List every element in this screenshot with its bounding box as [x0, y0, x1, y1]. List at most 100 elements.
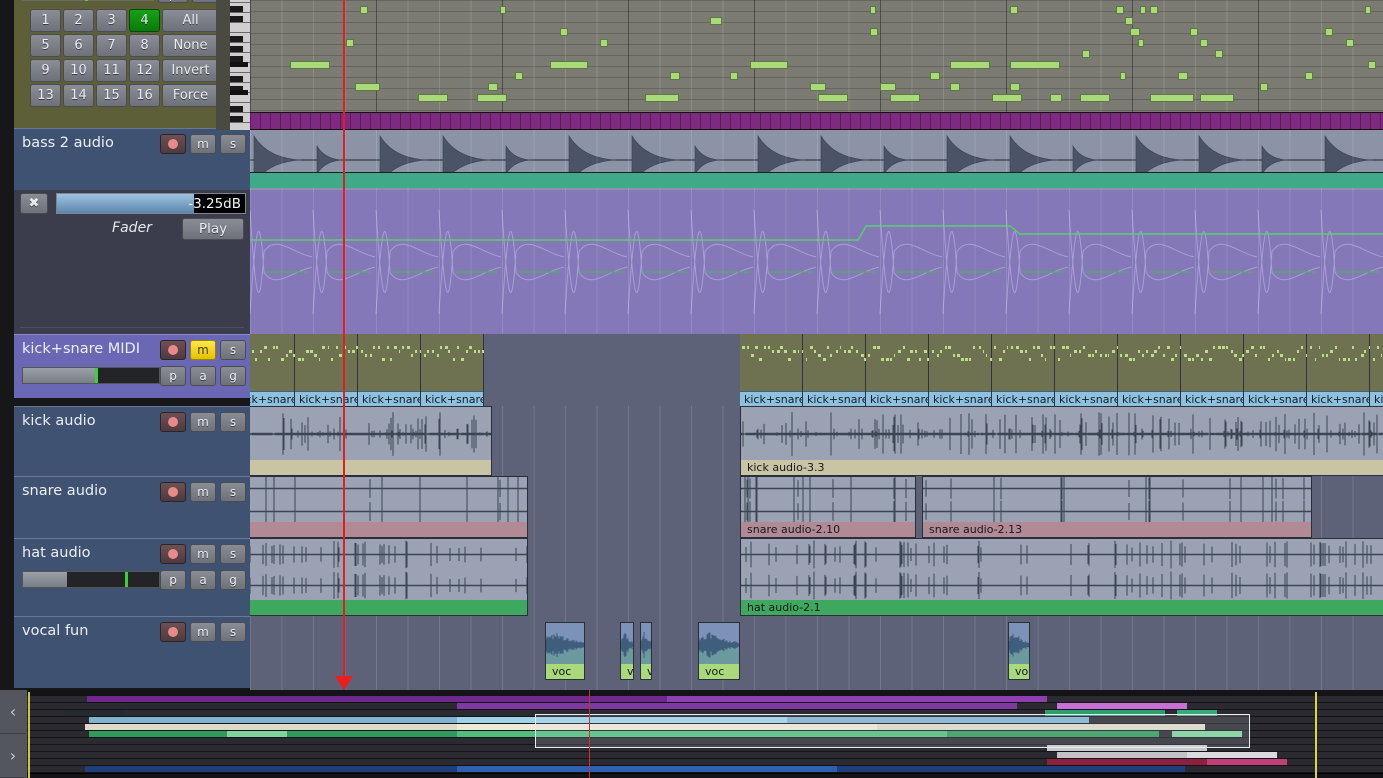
mute-button[interactable]: m: [190, 340, 216, 360]
midi-clip[interactable]: kick+snare: [358, 334, 421, 406]
track-gain-slider[interactable]: [22, 571, 160, 588]
channel-button-2[interactable]: 2: [63, 9, 94, 32]
mute-button[interactable]: m: [190, 412, 216, 432]
mute-button[interactable]: m: [190, 622, 216, 642]
midi-clip[interactable]: kick+snare: [1244, 334, 1307, 406]
track-header-hat-audio[interactable]: hat audio m s p a g: [14, 538, 250, 616]
midi-note[interactable]: [1150, 6, 1158, 14]
overview-next-button[interactable]: ›: [0, 734, 26, 778]
playlist-button[interactable]: p: [160, 366, 186, 386]
midi-note[interactable]: [1120, 72, 1126, 80]
solo-button[interactable]: s: [220, 412, 246, 432]
channel-button-3[interactable]: 3: [96, 9, 127, 32]
track-header-kick-audio[interactable]: kick audio m s: [14, 406, 250, 476]
midi-clip[interactable]: kick+snare: [295, 334, 358, 406]
midi-clip[interactable]: kick+snare: [250, 334, 295, 406]
midi-note[interactable]: [515, 72, 523, 80]
piano-keyboard-strip[interactable]: [230, 0, 250, 130]
midi-note[interactable]: [1080, 94, 1110, 102]
solo-button[interactable]: s: [220, 544, 246, 564]
track-header-snare-audio[interactable]: snare audio m s: [14, 476, 250, 538]
channel-force-button[interactable]: Force: [162, 84, 219, 107]
midi-note[interactable]: [1178, 72, 1188, 80]
channel-button-6[interactable]: 6: [63, 34, 94, 57]
midi-note[interactable]: [950, 61, 990, 69]
midi-note[interactable]: [1305, 72, 1313, 80]
midi-note[interactable]: [1050, 94, 1062, 102]
vocal-clip[interactable]: voc: [545, 622, 585, 680]
midi-note[interactable]: [1130, 28, 1140, 36]
bass-region-footer[interactable]: [250, 172, 1383, 188]
panel-p-button[interactable]: p: [158, 0, 188, 3]
automation-button[interactable]: a: [190, 570, 216, 590]
overview-end-marker[interactable]: [1315, 692, 1317, 778]
midi-note[interactable]: [870, 28, 878, 36]
midi-note[interactable]: [1260, 83, 1268, 91]
overview-start-marker[interactable]: [28, 692, 30, 778]
vocal-clip[interactable]: voc: [1008, 622, 1030, 680]
midi-note[interactable]: [1325, 28, 1333, 36]
overview-region-bar[interactable]: [667, 696, 1047, 702]
audio-clip[interactable]: kick audio-3.3: [740, 406, 1383, 476]
overview-region-bar[interactable]: [457, 766, 837, 772]
automation-button[interactable]: a: [190, 366, 216, 386]
record-arm-button[interactable]: [160, 622, 186, 642]
midi-note[interactable]: [930, 72, 940, 80]
channel-button-15[interactable]: 15: [96, 84, 127, 107]
midi-note[interactable]: [1140, 6, 1146, 14]
mute-button[interactable]: m: [190, 482, 216, 502]
midi-note[interactable]: [1368, 61, 1376, 69]
midi-note[interactable]: [488, 83, 498, 91]
playhead-marker-icon[interactable]: [335, 676, 353, 690]
overview-playhead[interactable]: [589, 690, 590, 778]
velocity-lane[interactable]: [250, 112, 1383, 130]
play-button[interactable]: Play: [182, 218, 244, 240]
midi-note[interactable]: [550, 61, 588, 69]
hat-audio-lane[interactable]: hat audio-2.1: [250, 538, 1383, 616]
midi-note[interactable]: [1215, 50, 1223, 58]
midi-clip-lane[interactable]: kick+snarekick+snarekick+snarekick+snare…: [250, 334, 1383, 406]
vocal-clip[interactable]: voc: [640, 622, 652, 680]
channel-button-16[interactable]: 16: [129, 84, 160, 107]
overview-body[interactable]: [27, 690, 1383, 778]
channel-button-13[interactable]: 13: [30, 84, 61, 107]
midi-note[interactable]: [880, 83, 896, 91]
audio-clip[interactable]: snare audio-2.13: [922, 476, 1312, 538]
mute-button[interactable]: m: [190, 544, 216, 564]
midi-note[interactable]: [950, 83, 960, 91]
solo-button[interactable]: s: [220, 134, 246, 154]
midi-clip[interactable]: kick+snare: [992, 334, 1055, 406]
midi-note[interactable]: [600, 39, 608, 47]
channel-button-14[interactable]: 14: [63, 84, 94, 107]
kick-audio-lane[interactable]: kick audio-3.3: [250, 406, 1383, 476]
midi-clip[interactable]: kick+snare: [1370, 334, 1383, 406]
vocal-audio-lane[interactable]: vocvocvocvocvoc: [250, 616, 1383, 690]
channel-none-button[interactable]: None: [162, 34, 219, 57]
piano-roll-lane[interactable]: [250, 0, 1383, 112]
close-icon[interactable]: ✖: [20, 193, 48, 214]
midi-note[interactable]: [1138, 39, 1144, 47]
midi-note[interactable]: [1190, 28, 1198, 36]
overview-region-bar[interactable]: [1187, 752, 1277, 758]
midi-note[interactable]: [500, 6, 506, 14]
midi-note[interactable]: [710, 17, 722, 25]
midi-note[interactable]: [870, 6, 876, 14]
overview-region-bar[interactable]: [457, 703, 1017, 709]
channel-button-5[interactable]: 5: [30, 34, 61, 57]
channel-invert-button[interactable]: Invert: [162, 59, 219, 82]
channel-button-12[interactable]: 12: [129, 59, 160, 82]
playlist-button[interactable]: p: [160, 570, 186, 590]
track-header-kick-snare-midi[interactable]: kick+snare MIDI m s p a g: [14, 334, 250, 398]
overview-region-bar[interactable]: [1207, 759, 1287, 765]
midi-clip[interactable]: kick+snare: [740, 334, 803, 406]
overview-viewport[interactable]: [535, 714, 1250, 748]
channel-button-11[interactable]: 11: [96, 59, 127, 82]
overview-region-bar[interactable]: [65, 710, 125, 716]
track-header-bass-2-audio[interactable]: bass 2 audio m s: [14, 128, 250, 190]
midi-clip[interactable]: kick+snare: [1118, 334, 1181, 406]
midi-clip[interactable]: kick+snare: [803, 334, 866, 406]
overview-region-bar[interactable]: [1057, 703, 1187, 709]
solo-button[interactable]: s: [220, 622, 246, 642]
midi-note[interactable]: [1150, 94, 1194, 102]
midi-clip[interactable]: kick+snare: [866, 334, 929, 406]
